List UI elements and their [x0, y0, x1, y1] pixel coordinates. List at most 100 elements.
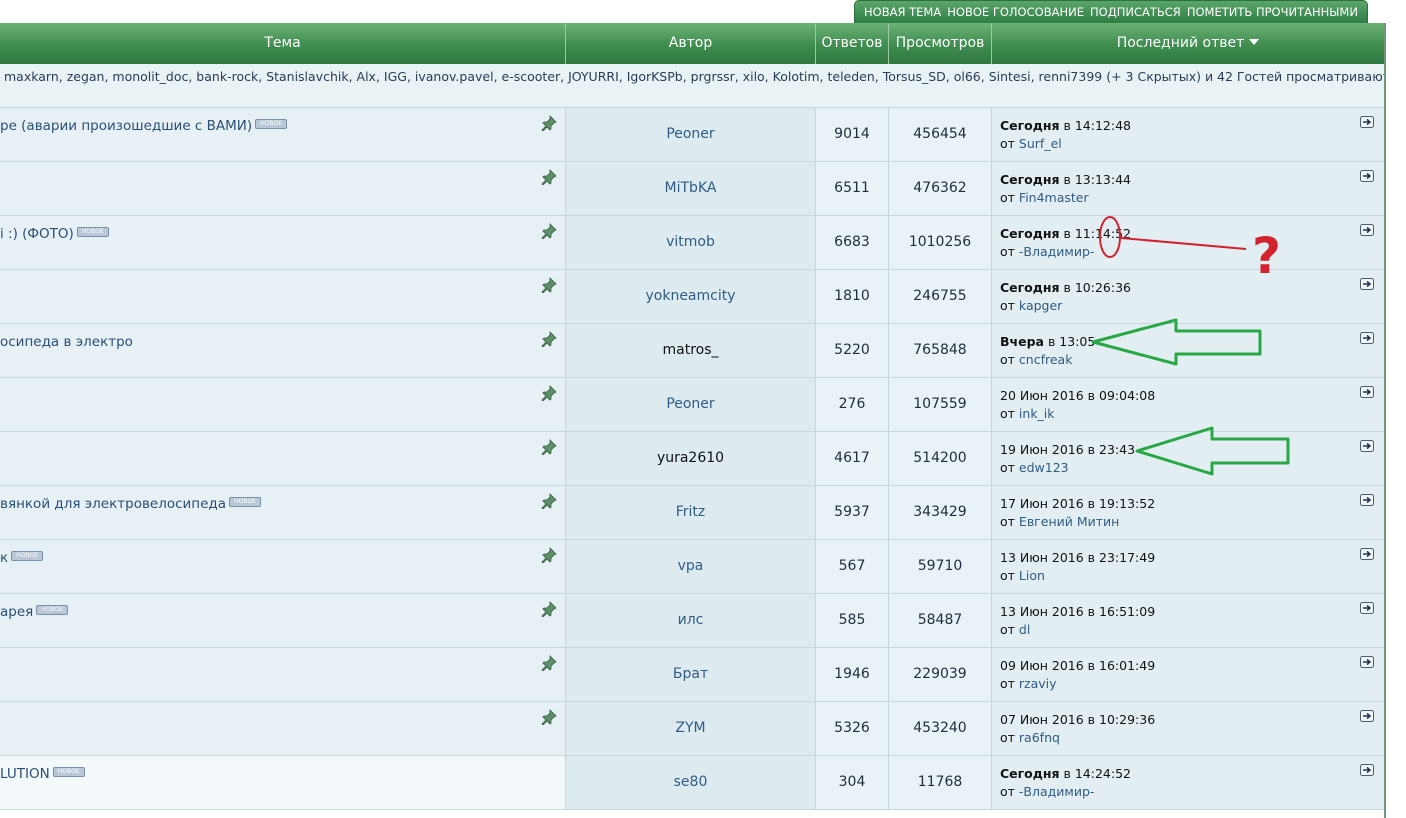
go-to-last-post-icon[interactable] [1360, 440, 1374, 452]
views-count: 343429 [889, 486, 992, 539]
author-link[interactable]: yura2610 [657, 450, 724, 466]
column-header-replies[interactable]: Ответов [816, 23, 889, 64]
last-reply-time: Сегодня в 14:24:52 [1000, 766, 1131, 781]
go-to-last-post-icon[interactable] [1360, 332, 1374, 344]
last-reply-author-link[interactable]: edw123 [1019, 460, 1069, 475]
new-posts-icon[interactable]: НОВОЕ [229, 497, 262, 507]
replies-count: 585 [816, 594, 889, 647]
last-reply-author-link[interactable]: Lion [1019, 568, 1045, 583]
column-header-author[interactable]: Автор [566, 23, 816, 64]
views-count: 11768 [889, 756, 992, 809]
last-reply-time: 09 Июн 2016 в 16:01:49 [1000, 658, 1155, 673]
author-cell: matros_ [566, 324, 816, 377]
last-reply-author-link[interactable]: -Владимир- [1019, 244, 1095, 259]
topic-title-link[interactable]: арея НОВОЕ [0, 604, 69, 620]
go-to-last-post-icon[interactable] [1360, 116, 1374, 128]
author-link[interactable]: Peoner [666, 126, 714, 142]
last-reply-author-link[interactable]: Surf_el [1019, 136, 1062, 151]
topic-cell [0, 162, 566, 215]
new-posts-icon[interactable]: НОВОЕ [11, 551, 44, 561]
last-reply-from-label: от [1000, 460, 1015, 475]
author-link[interactable]: ZYM [675, 720, 705, 736]
views-count: 246755 [889, 270, 992, 323]
author-link[interactable]: Брат [673, 666, 708, 682]
author-cell: se80 [566, 756, 816, 809]
go-to-last-post-icon[interactable] [1360, 170, 1374, 182]
author-link[interactable]: vpa [678, 558, 704, 574]
go-to-last-post-icon[interactable] [1360, 548, 1374, 560]
topic-title-link[interactable]: LUTION НОВОЕ [0, 766, 85, 782]
replies-count: 4617 [816, 432, 889, 485]
topic-title-link[interactable]: і :) (ФОТО) НОВОЕ [0, 226, 109, 242]
author-cell: vitmob [566, 216, 816, 269]
go-to-last-post-icon[interactable] [1360, 764, 1374, 776]
replies-count: 1810 [816, 270, 889, 323]
table-row: осипеда в электро matros_ 5220 765848 Вчера … [0, 324, 1384, 378]
last-reply-author-line: от cncfreak [1000, 352, 1072, 367]
new-posts-icon[interactable]: НОВОЕ [76, 227, 109, 237]
last-reply-from-label: от [1000, 568, 1015, 583]
new-posts-icon[interactable]: НОВОЕ [52, 767, 85, 777]
pin-icon [541, 223, 557, 240]
last-reply-datetime: 20 Июн 2016 в 09:04:08 [1000, 388, 1156, 403]
author-link[interactable]: илс [678, 612, 704, 628]
author-link[interactable]: Fritz [676, 504, 706, 520]
last-reply-author-link[interactable]: Евгений Митин [1019, 514, 1119, 529]
go-to-last-post-icon[interactable] [1360, 494, 1374, 506]
author-link[interactable]: matros_ [662, 342, 718, 358]
views-count: 107559 [889, 378, 992, 431]
last-reply-author-link[interactable]: cncfreak [1019, 352, 1073, 367]
views-count: 514200 [889, 432, 992, 485]
topic-title-link[interactable]: осипеда в электро [0, 334, 133, 350]
go-to-last-post-icon[interactable] [1360, 656, 1374, 668]
new-topic-button[interactable]: НОВАЯ ТЕМА [864, 5, 941, 19]
last-reply-author-link[interactable]: kapger [1019, 298, 1062, 313]
last-reply-time: 13 Июн 2016 в 16:51:09 [1000, 604, 1155, 619]
column-header-topic[interactable]: Тема [0, 23, 566, 64]
table-row: вянкой для электровелосипеда НОВОЕ Fritz 59… [0, 486, 1384, 540]
topic-title-link[interactable]: к НОВОЕ [0, 550, 44, 566]
column-header-views[interactable]: Просмотров [889, 23, 992, 64]
new-poll-button[interactable]: НОВОЕ ГОЛОСОВАНИЕ [947, 5, 1084, 19]
views-count: 453240 [889, 702, 992, 755]
topic-cell: к НОВОЕ [0, 540, 566, 593]
go-to-last-post-icon[interactable] [1360, 710, 1374, 722]
go-to-last-post-icon[interactable] [1360, 224, 1374, 236]
last-reply-author-link[interactable]: ink_ik [1019, 406, 1055, 421]
last-reply-author-link[interactable]: dl [1019, 622, 1030, 637]
last-reply-datetime: 19 Июн 2016 в 23:43 [1000, 442, 1136, 457]
last-reply-cell: Вчера в 13:05 от cncfreak [992, 324, 1384, 377]
topic-cell [0, 702, 566, 755]
author-cell: Peoner [566, 378, 816, 431]
column-header-last-reply-label: Последний ответ [1116, 35, 1245, 51]
last-reply-author-link[interactable]: Fin4master [1019, 190, 1089, 205]
topic-title-link[interactable]: ре (аварии произошедшие с ВАМИ) НОВОЕ [0, 118, 288, 134]
topic-title-link[interactable]: вянкой для электровелосипеда НОВОЕ [0, 496, 262, 512]
new-posts-icon[interactable]: НОВОЕ [36, 605, 69, 615]
table-row: к НОВОЕ vpa 567 59710 13 Июн 2016 в 23:17:49 о… [0, 540, 1384, 594]
go-to-last-post-icon[interactable] [1360, 386, 1374, 398]
author-link[interactable]: MiTbKA [665, 180, 717, 196]
author-link[interactable]: se80 [674, 774, 708, 790]
subscribe-button[interactable]: ПОДПИСАТЬСЯ [1090, 5, 1181, 19]
mark-read-button[interactable]: ПОМЕТИТЬ ПРОЧИТАННЫМИ [1187, 5, 1358, 19]
last-reply-cell: Сегодня в 11:14:52 от -Владимир- [992, 216, 1384, 269]
pin-icon [541, 655, 557, 672]
author-link[interactable]: vitmob [666, 234, 715, 250]
go-to-last-post-icon[interactable] [1360, 602, 1374, 614]
table-row: yura2610 4617 514200 19 Июн 2016 в 23:43 от … [0, 432, 1384, 486]
last-reply-datetime: 09 Июн 2016 в 16:01:49 [1000, 658, 1156, 673]
author-link[interactable]: yokneamcity [645, 288, 735, 304]
table-row: LUTION НОВОЕ se80 304 11768 Сегодня в 14:24:5… [0, 756, 1384, 810]
go-to-last-post-icon[interactable] [1360, 278, 1374, 290]
author-link[interactable]: Peoner [666, 396, 714, 412]
last-reply-author-link[interactable]: ra6fnq [1019, 730, 1060, 745]
table-row: і :) (ФОТО) НОВОЕ vitmob 6683 1010256 Сегодня… [0, 216, 1384, 270]
last-reply-author-link[interactable]: -Владимир- [1019, 784, 1095, 799]
pin-icon [541, 709, 557, 726]
last-reply-author-link[interactable]: rzaviy [1019, 676, 1057, 691]
last-reply-time: Вчера в 13:05 [1000, 334, 1095, 349]
column-header-last-reply[interactable]: Последний ответ [992, 23, 1384, 64]
author-cell: MiTbKA [566, 162, 816, 215]
new-posts-icon[interactable]: НОВОЕ [255, 119, 288, 129]
